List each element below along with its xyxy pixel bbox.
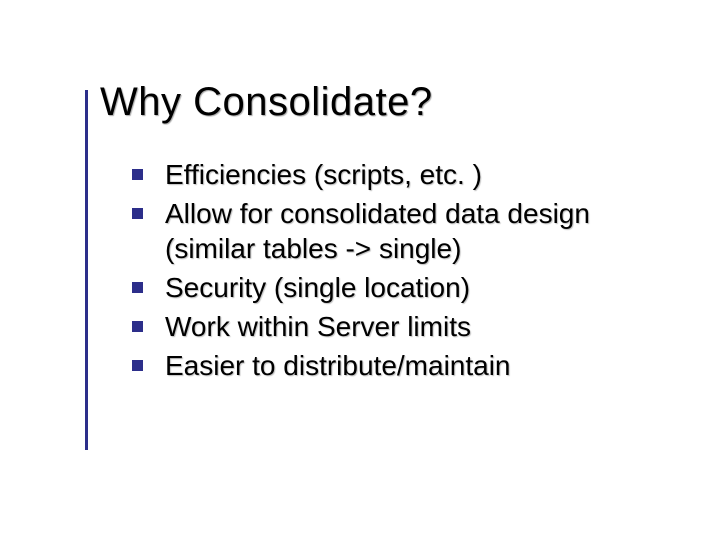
square-bullet-icon (132, 360, 143, 371)
square-bullet-icon (132, 208, 143, 219)
list-item: Allow for consolidated data design (simi… (132, 196, 660, 266)
square-bullet-icon (132, 321, 143, 332)
slide-title: Why Consolidate? (100, 80, 660, 125)
bullet-text: Work within Server limits (165, 309, 471, 344)
bullet-text: Efficiencies (scripts, etc. ) (165, 157, 482, 192)
bullet-text: Security (single location) (165, 270, 470, 305)
bullet-list: Efficiencies (scripts, etc. ) Allow for … (132, 157, 660, 383)
bullet-text: Easier to distribute/maintain (165, 348, 511, 383)
list-item: Efficiencies (scripts, etc. ) (132, 157, 660, 192)
square-bullet-icon (132, 282, 143, 293)
slide: Why Consolidate? Efficiencies (scripts, … (0, 0, 720, 540)
list-item: Security (single location) (132, 270, 660, 305)
square-bullet-icon (132, 169, 143, 180)
bullet-text: Allow for consolidated data design (simi… (165, 196, 660, 266)
list-item: Easier to distribute/maintain (132, 348, 660, 383)
accent-line (85, 90, 88, 450)
list-item: Work within Server limits (132, 309, 660, 344)
